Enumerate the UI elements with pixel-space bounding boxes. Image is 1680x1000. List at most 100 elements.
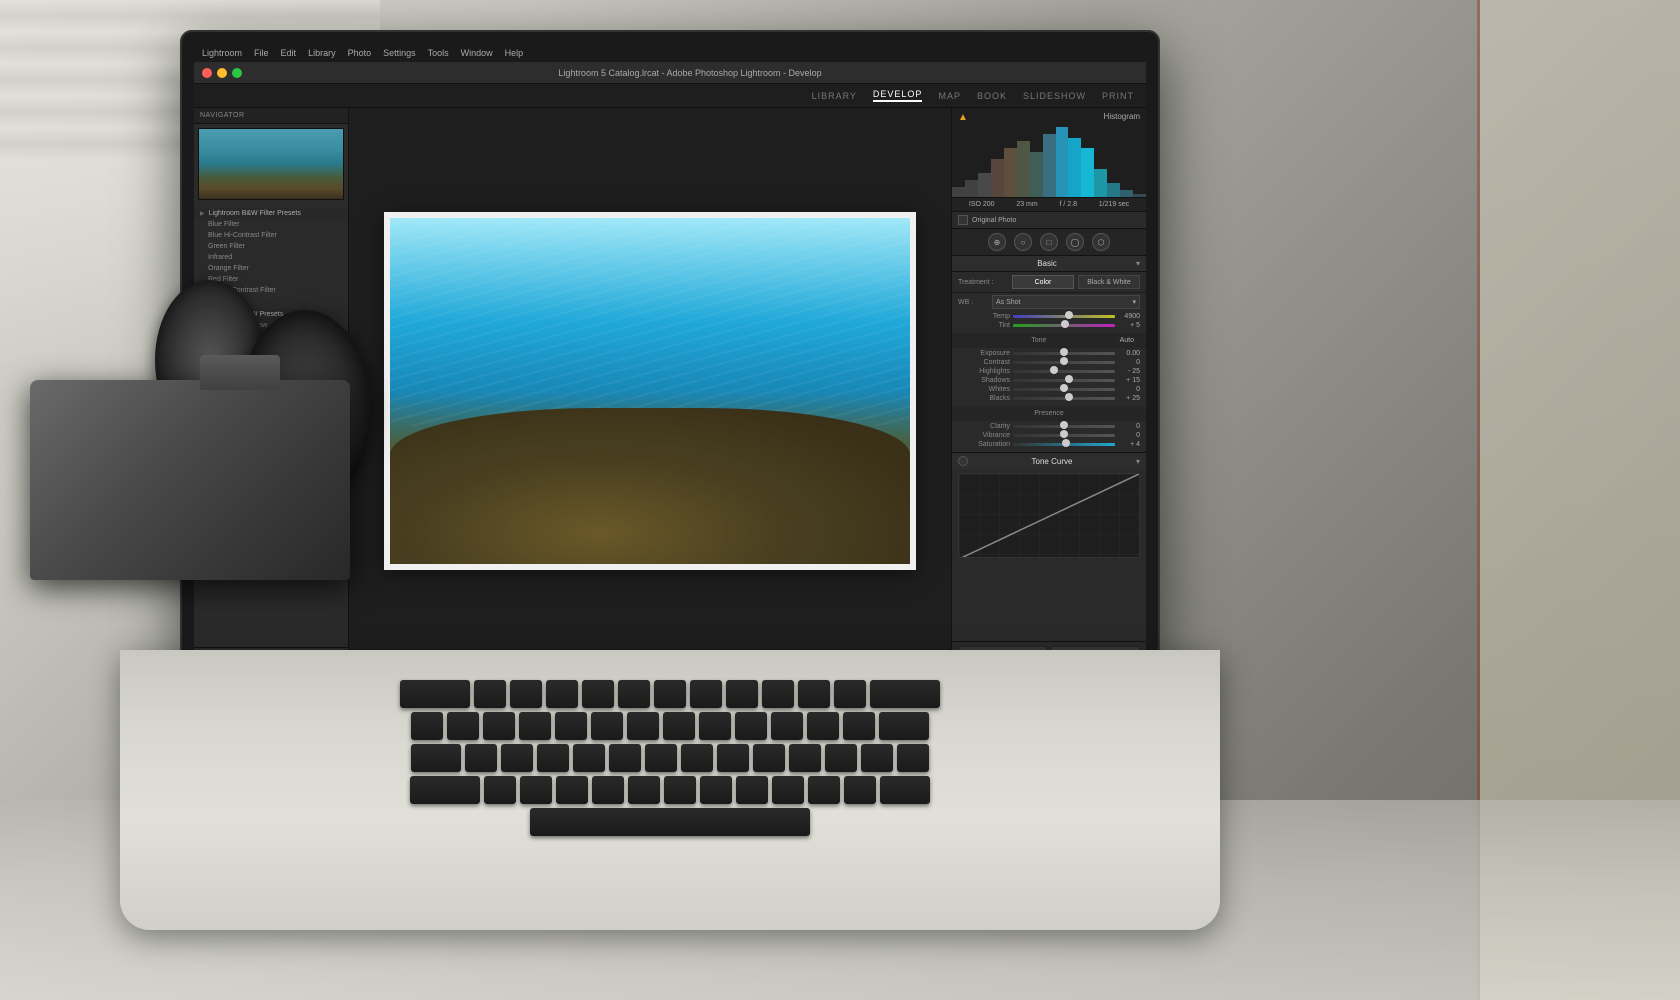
saturation-value: + 4 <box>1118 441 1140 448</box>
module-bar: LIBRARY DEVELOP MAP BOOK SLIDESHOW PRINT <box>194 84 1146 108</box>
key-f <box>592 776 624 804</box>
exif-focal: 23 mm <box>1016 201 1037 208</box>
whites-slider-track <box>1013 388 1115 391</box>
key-quote <box>844 776 876 804</box>
saturation-label: Saturation <box>958 441 1010 448</box>
key-g <box>628 776 660 804</box>
radial-filter-tool[interactable]: ⬡ <box>1092 233 1110 251</box>
preset-blue-hicontrast[interactable]: Blue Hi-Contrast Filter <box>194 230 348 241</box>
tone-label: Tone <box>958 335 1120 346</box>
minimize-button[interactable] <box>217 68 227 78</box>
close-button[interactable] <box>202 68 212 78</box>
presence-sliders-section: Clarity 0 Vibrance <box>952 421 1146 452</box>
preset-infrared[interactable]: Infrared <box>194 252 348 263</box>
histogram-bars <box>952 127 1146 197</box>
menu-lightroom[interactable]: Lightroom <box>202 48 242 58</box>
temp-label: Temp <box>958 313 1010 320</box>
contrast-slider-track <box>1013 361 1115 364</box>
center-photo-area <box>349 108 951 674</box>
basic-section-header[interactable]: Basic ▾ <box>952 256 1146 272</box>
exif-info: ISO 200 23 mm f / 2.8 1/219 sec <box>952 198 1146 212</box>
saturation-slider-thumb[interactable] <box>1062 439 1070 447</box>
bw-treatment-button[interactable]: Black & White <box>1078 275 1140 289</box>
whites-slider-thumb[interactable] <box>1060 384 1068 392</box>
tone-curve-header[interactable]: Tone Curve ▾ <box>952 453 1146 469</box>
menu-edit[interactable]: Edit <box>281 48 297 58</box>
preset-blue-filter[interactable]: Blue Filter <box>194 219 348 230</box>
tone-curve-arrow: ▾ <box>1136 457 1140 466</box>
key-s <box>520 776 552 804</box>
basic-section-title: Basic <box>958 259 1136 268</box>
key-5 <box>591 712 623 740</box>
highlights-slider-thumb[interactable] <box>1050 366 1058 374</box>
exif-shutter: 1/219 sec <box>1099 201 1129 208</box>
contrast-slider-thumb[interactable] <box>1060 357 1068 365</box>
key-minus <box>807 712 839 740</box>
wb-row: WB : As Shot ▾ <box>952 293 1146 311</box>
main-photo <box>390 218 910 564</box>
key-w <box>501 744 533 772</box>
module-book[interactable]: BOOK <box>977 91 1007 101</box>
menu-library[interactable]: Library <box>308 48 336 58</box>
preset-group-title-bw-filter[interactable]: Lightroom B&W Filter Presets <box>194 208 348 219</box>
histogram: Histogram ▲ <box>952 108 1146 198</box>
vibrance-slider-track <box>1013 434 1115 437</box>
exposure-slider-row: Exposure 0.00 <box>958 350 1140 357</box>
color-treatment-button[interactable]: Color <box>1012 275 1074 289</box>
menu-photo[interactable]: Photo <box>348 48 372 58</box>
module-slideshow[interactable]: SLIDESHOW <box>1023 91 1086 101</box>
key-k <box>736 776 768 804</box>
laptop-base <box>120 650 1220 930</box>
tone-curve-point-button[interactable] <box>958 456 968 466</box>
graduated-filter-tool[interactable]: ◯ <box>1066 233 1084 251</box>
menu-tools[interactable]: Tools <box>428 48 449 58</box>
navigator-label: Navigator <box>200 112 245 119</box>
shadows-value: + 15 <box>1118 377 1140 384</box>
spot-removal-tool[interactable]: ○ <box>1014 233 1032 251</box>
vibrance-slider-thumb[interactable] <box>1060 430 1068 438</box>
key-3 <box>519 712 551 740</box>
tone-header: Tone Auto <box>952 333 1146 348</box>
whites-slider-row: Whites 0 <box>958 386 1140 393</box>
temp-value: 4900 <box>1118 313 1140 320</box>
module-map[interactable]: MAP <box>938 91 961 101</box>
clarity-slider-thumb[interactable] <box>1060 421 1068 429</box>
blacks-slider-thumb[interactable] <box>1065 393 1073 401</box>
exposure-slider-thumb[interactable] <box>1060 348 1068 356</box>
maximize-button[interactable] <box>232 68 242 78</box>
tone-sliders-section: Exposure 0.00 Contrast <box>952 348 1146 406</box>
key-a <box>484 776 516 804</box>
original-photo-label: Original Photo <box>972 217 1016 224</box>
module-print[interactable]: PRINT <box>1102 91 1134 101</box>
whites-label: Whites <box>958 386 1010 393</box>
crop-tool[interactable]: ⊕ <box>988 233 1006 251</box>
treatment-label: Treatment : <box>958 279 1008 286</box>
vibrance-slider-row: Vibrance 0 <box>958 432 1140 439</box>
keyboard <box>200 680 1140 860</box>
module-library[interactable]: LIBRARY <box>812 91 857 101</box>
preset-green-filter[interactable]: Green Filter <box>194 241 348 252</box>
right-panel: Histogram ▲ <box>951 108 1146 674</box>
original-photo-checkbox[interactable] <box>958 215 968 225</box>
tone-curve-canvas <box>958 473 1140 558</box>
menu-file[interactable]: File <box>254 48 269 58</box>
tone-auto[interactable]: Auto <box>1120 337 1140 344</box>
menu-settings[interactable]: Settings <box>383 48 416 58</box>
wb-dropdown[interactable]: As Shot ▾ <box>992 295 1140 309</box>
preset-orange-filter[interactable]: Orange Filter <box>194 263 348 274</box>
treatment-row: Treatment : Color Black & White <box>952 272 1146 293</box>
window-title: Lightroom 5 Catalog.lrcat - Adobe Photos… <box>242 68 1138 78</box>
key-p <box>789 744 821 772</box>
key-r <box>573 744 605 772</box>
temp-slider-thumb[interactable] <box>1065 311 1073 319</box>
menu-help[interactable]: Help <box>505 48 524 58</box>
red-eye-tool[interactable]: □ <box>1040 233 1058 251</box>
key-f12 <box>870 680 940 708</box>
shadows-label: Shadows <box>958 377 1010 384</box>
shadows-slider-thumb[interactable] <box>1065 375 1073 383</box>
tint-label: Tint <box>958 322 1010 329</box>
tint-slider-thumb[interactable] <box>1061 320 1069 328</box>
module-develop[interactable]: DEVELOP <box>873 89 923 102</box>
menu-window[interactable]: Window <box>461 48 493 58</box>
key-f11 <box>834 680 866 708</box>
